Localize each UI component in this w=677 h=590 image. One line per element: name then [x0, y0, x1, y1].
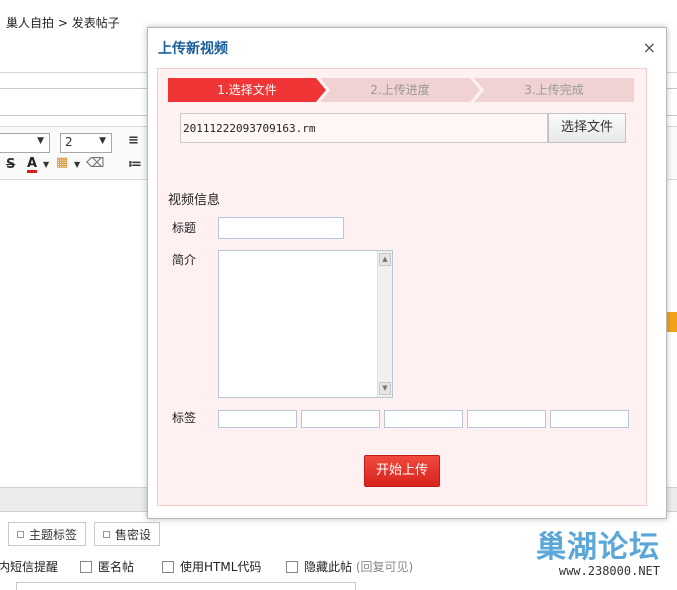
option-hide-post[interactable]: 隐藏此帖 (回复可见) [286, 558, 413, 575]
file-path-field[interactable]: 20111222093709163.rm [180, 113, 548, 143]
title-label: 标题 [172, 221, 197, 235]
tab-topic-tags[interactable]: 主题标签 [8, 522, 87, 546]
tags-label: 标签 [172, 411, 197, 425]
square-icon [17, 531, 24, 538]
eraser-icon[interactable]: ⌫ [86, 156, 104, 171]
step-upload-complete: 3.上传完成 [474, 78, 634, 102]
option-label: 使用HTML代码 [180, 560, 262, 574]
size-select[interactable]: 2 ▼ [60, 133, 112, 153]
checkbox[interactable] [80, 561, 92, 573]
align-icon[interactable]: ≡ [128, 133, 139, 148]
scroll-down-icon[interactable]: ▼ [379, 382, 391, 395]
step-upload-progress: 2.上传进度 [320, 78, 480, 102]
watermark-title: 巢湖论坛 [536, 530, 660, 565]
video-info-heading: 视频信息 [168, 193, 221, 208]
choose-file-button[interactable]: 选择文件 [548, 113, 626, 143]
video-title-input[interactable] [218, 217, 344, 239]
scrollbar[interactable]: ▲ ▼ [377, 251, 392, 397]
tab-sale[interactable]: 售密设 [94, 522, 161, 546]
dialog-title: 上传新视频 [158, 41, 228, 57]
watermark-url: www.238000.NET [558, 564, 660, 578]
step-select-file: 1.选择文件 [168, 78, 326, 102]
upload-video-dialog: 上传新视频 × 1.选择文件 2.上传进度 3.上传完成 20111222093… [147, 27, 667, 519]
tab-label: 主题标签 [29, 528, 78, 542]
square-icon [103, 531, 110, 538]
watermark-logo: 巢湖论坛 www.238000.NET [536, 522, 660, 578]
chevron-down-icon[interactable]: ▼ [74, 160, 80, 169]
tag-input[interactable] [467, 410, 546, 428]
option-html[interactable]: 使用HTML代码 [162, 558, 261, 575]
chevron-down-icon: ▼ [37, 136, 44, 146]
breadcrumb-page: 发表帖子 [71, 16, 120, 30]
upload-panel: 1.选择文件 2.上传进度 3.上传完成 20111222093709163.r… [157, 68, 647, 506]
scroll-up-icon[interactable]: ▲ [379, 253, 391, 266]
font-select[interactable]: ▼ [0, 133, 50, 153]
font-color-icon[interactable]: A [27, 157, 38, 173]
checkbox[interactable] [162, 561, 174, 573]
close-icon[interactable]: × [643, 38, 656, 57]
size-select-value: 2 [65, 135, 73, 149]
bottom-input[interactable] [16, 582, 356, 590]
tag-input[interactable] [218, 410, 297, 428]
option-anonymous[interactable]: 匿名帖 [80, 558, 134, 575]
chevron-down-icon: ▼ [99, 136, 106, 146]
start-upload-button[interactable]: 开始上传 [364, 455, 440, 487]
breadcrumb: 巢人自拍 > 发表帖子 [6, 14, 120, 31]
option-label: 内短信提醒 [0, 560, 59, 574]
tag-input[interactable] [301, 410, 380, 428]
side-tab[interactable] [666, 312, 677, 332]
step-indicator: 1.选择文件 2.上传进度 3.上传完成 [168, 78, 634, 102]
checkbox[interactable] [286, 561, 298, 573]
tag-input[interactable] [550, 410, 629, 428]
option-sms-notify[interactable]: 内短信提醒 [0, 558, 58, 575]
tab-label: 售密设 [115, 528, 152, 542]
breadcrumb-separator: > [57, 16, 68, 30]
intro-label: 简介 [172, 253, 197, 267]
video-intro-textarea[interactable]: ▲ ▼ [218, 250, 393, 398]
option-note: (回复可见) [355, 560, 414, 574]
breadcrumb-section[interactable]: 巢人自拍 [6, 16, 54, 30]
post-title-input[interactable] [0, 88, 158, 116]
chevron-down-icon[interactable]: ▼ [43, 160, 49, 169]
list-icon[interactable]: ≔ [128, 157, 142, 172]
option-label: 隐藏此帖 [304, 560, 353, 574]
strikethrough-icon[interactable]: S [6, 157, 15, 172]
background-color-icon[interactable]: ▦ [56, 155, 68, 170]
option-label: 匿名帖 [98, 560, 135, 574]
tag-input[interactable] [384, 410, 463, 428]
